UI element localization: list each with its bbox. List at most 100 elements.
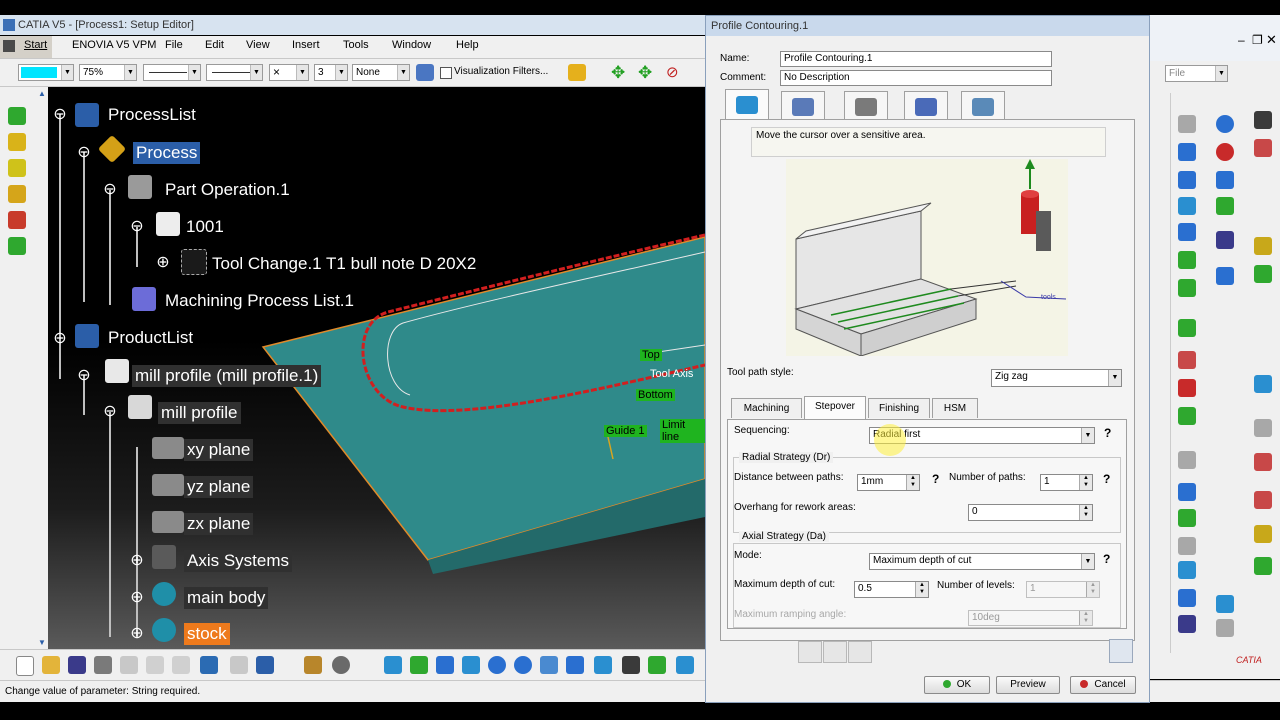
tree-node-part-operation[interactable]: Part Operation.1 [165,179,290,201]
tool-icon[interactable] [1254,557,1272,575]
tree-node-process[interactable]: Process [133,142,201,164]
tool-icon[interactable] [1216,197,1234,215]
tool-icon[interactable] [8,185,26,203]
import-export-icon[interactable] [1109,639,1133,663]
normal-view-icon[interactable] [540,656,558,674]
tree-node-xy-plane[interactable]: xy plane [184,439,254,461]
tool-icon[interactable] [1254,453,1272,471]
tree-node-program[interactable]: 1001 [186,216,224,238]
tool-path-style-select[interactable]: Zig zag ▼ [991,369,1122,387]
tool-axis-label[interactable]: Tool Axis [650,368,693,380]
restore-icon[interactable]: ❐ [1252,33,1263,47]
transparency-combo[interactable]: 75% ▼ [79,64,137,81]
menu-window[interactable]: Window [392,39,431,51]
tool-icon[interactable] [1178,115,1196,133]
tool-icon[interactable] [1178,407,1196,425]
minimize-icon[interactable]: – [1238,33,1245,47]
line-thickness-combo[interactable]: ▼ [143,64,201,81]
tree-node-tool-change[interactable]: Tool Change.1 T1 bull note D 20X2 [212,253,476,275]
number-of-paths-input[interactable]: 1 ▲ ▼ [1040,474,1093,491]
tool-icon[interactable] [1178,509,1196,527]
subtab-hsm[interactable]: HSM [932,398,978,418]
collapse-toggle[interactable]: ⊖ [77,145,91,161]
bottom-label[interactable]: Bottom [636,389,675,401]
collapse-toggle[interactable]: ⊖ [77,368,91,384]
guide-label[interactable]: Guide 1 [604,425,647,437]
help-icon[interactable]: ? [1104,426,1111,440]
limit-line-label[interactable]: Limit line [660,419,705,443]
tool-icon[interactable] [1254,265,1272,283]
tool-icon[interactable] [1178,197,1196,215]
tool-icon[interactable] [1216,595,1234,613]
no-show-icon[interactable]: ⊘ [666,64,679,81]
paste-icon[interactable] [172,656,190,674]
tool-icon[interactable] [8,237,26,255]
tool-icon[interactable] [304,656,322,674]
tool-icon[interactable] [8,159,26,177]
pan-icon[interactable]: ✥ [611,64,625,81]
menu-tools[interactable]: Tools [343,39,369,51]
rotate-icon[interactable]: ✥ [638,64,652,81]
tool-icon[interactable] [1178,451,1196,469]
preview-button[interactable]: Preview [996,676,1060,694]
collapse-toggle[interactable]: ⊖ [53,331,67,347]
layer-combo[interactable]: 3 ▼ [314,64,348,81]
tab-macros[interactable] [961,91,1005,122]
tool-icon[interactable] [1254,419,1272,437]
scroll-down-icon[interactable]: ▼ [38,638,46,647]
zoom-out-icon[interactable] [514,656,532,674]
visualization-filters-checkbox[interactable] [440,67,452,79]
layer-name-combo[interactable]: None ▼ [352,64,410,81]
new-icon[interactable] [16,656,34,676]
tool-icon[interactable] [1216,231,1234,249]
tab-strategy[interactable] [725,89,769,122]
rotate-icon[interactable] [462,656,480,674]
menu-insert[interactable]: Insert [292,39,320,51]
distance-input[interactable]: 1mm ▲ ▼ [857,474,920,491]
3d-viewport[interactable]: Top Tool Axis Bottom Guide 1 Limit line … [48,87,705,649]
menu-enovia[interactable]: ENOVIA V5 VPM [72,39,156,51]
spinner-icon[interactable]: ▲ ▼ [915,582,928,597]
tool-icon[interactable] [1254,111,1272,129]
expand-toggle[interactable]: ⊕ [130,553,144,569]
subtab-finishing[interactable]: Finishing [868,398,930,418]
max-depth-input[interactable]: 0.5 ▲ ▼ [854,581,929,598]
expand-toggle[interactable]: ⊕ [130,590,144,606]
tool-icon[interactable] [1178,171,1196,189]
tool-icon[interactable] [1178,351,1196,369]
tool-icon[interactable] [1178,143,1196,161]
spinner-icon[interactable]: ▲ ▼ [1079,475,1092,490]
tree-node-axis-systems[interactable]: Axis Systems [184,550,293,572]
tool-icon[interactable] [1178,379,1196,397]
strategy-sensitive-image[interactable]: tools [786,159,1068,357]
swap-visible-icon[interactable] [676,656,694,674]
subtab-machining[interactable]: Machining [731,398,802,418]
undo-icon[interactable] [200,656,218,674]
tool-icon[interactable] [1178,223,1196,241]
help-icon[interactable]: ? [932,472,939,486]
expand-toggle[interactable]: ⊕ [156,255,170,271]
magic-wand-icon[interactable] [568,64,586,81]
overhang-input[interactable]: 0 ▲ ▼ [968,504,1093,521]
tree-node-zx-plane[interactable]: zx plane [184,513,254,535]
tool-icon[interactable] [8,211,26,229]
tree-node-main-body[interactable]: main body [184,587,269,609]
iso-view-icon[interactable] [594,656,612,674]
analysis-icon[interactable] [848,641,872,663]
collapse-toggle[interactable]: ⊖ [53,107,67,123]
tree-node-process-list[interactable]: ProcessList [108,104,196,126]
tool-icon[interactable] [1178,537,1196,555]
cut-icon[interactable] [120,656,138,674]
collapse-toggle[interactable]: ⊖ [103,404,117,420]
tool-replay-icon[interactable] [798,641,822,663]
print-icon[interactable] [94,656,112,674]
tool-icon[interactable] [1178,251,1196,269]
menu-view[interactable]: View [246,39,270,51]
tool-icon[interactable] [1178,561,1196,579]
tool-icon[interactable] [1254,139,1272,157]
help-icon[interactable]: ? [1103,472,1110,486]
tool-icon[interactable] [1178,615,1196,633]
help-icon[interactable]: ? [1103,552,1110,566]
menu-start[interactable]: Start [24,39,47,51]
fit-all-icon[interactable] [410,656,428,674]
